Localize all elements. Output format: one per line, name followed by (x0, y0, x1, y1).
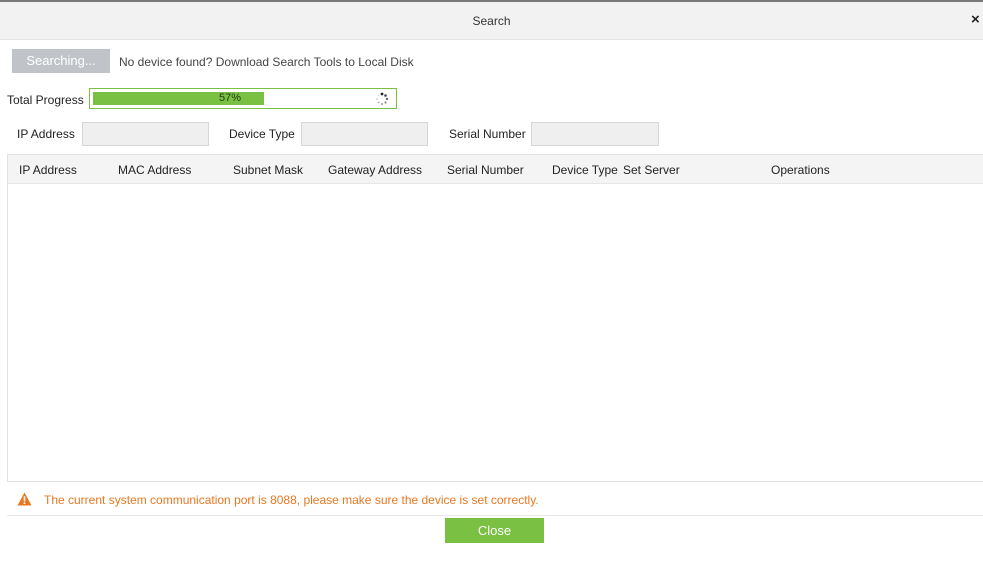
warning-icon (17, 492, 32, 506)
column-header-operations[interactable]: Operations (771, 163, 830, 177)
column-header-subnet-mask[interactable]: Subnet Mask (233, 163, 303, 177)
column-header-gateway-address[interactable]: Gateway Address (328, 163, 422, 177)
footer-divider (7, 515, 983, 516)
device-table: IP Address MAC Address Subnet Mask Gatew… (7, 154, 983, 482)
ip-address-filter-label: IP Address (17, 127, 75, 141)
dialog-title: Search (472, 14, 511, 28)
spinner-icon (376, 92, 389, 105)
device-type-filter-label: Device Type (229, 127, 295, 141)
search-dialog: Search × Searching... No device found? D… (0, 0, 983, 580)
total-progress-bar: 57% (89, 88, 397, 109)
download-search-tools-link[interactable]: No device found? Download Search Tools t… (119, 55, 414, 69)
column-header-set-server[interactable]: Set Server (623, 163, 680, 177)
total-progress-label: Total Progress (7, 93, 84, 107)
column-header-ip-address[interactable]: IP Address (19, 163, 77, 177)
searching-button[interactable]: Searching... (12, 49, 110, 73)
progress-percent-text: 57% (218, 92, 242, 104)
serial-number-filter-label: Serial Number (449, 127, 526, 141)
column-header-device-type[interactable]: Device Type (552, 163, 618, 177)
table-header: IP Address MAC Address Subnet Mask Gatew… (8, 155, 983, 184)
column-header-serial-number[interactable]: Serial Number (447, 163, 524, 177)
device-type-filter-input[interactable] (301, 122, 428, 146)
dialog-titlebar: Search × (0, 2, 983, 40)
ip-address-filter-input[interactable] (82, 122, 209, 146)
close-button[interactable]: Close (445, 518, 544, 543)
serial-number-filter-input[interactable] (531, 122, 659, 146)
port-warning-text: The current system communication port is… (44, 493, 539, 507)
column-header-mac-address[interactable]: MAC Address (118, 163, 191, 177)
close-icon[interactable]: × (971, 11, 983, 29)
